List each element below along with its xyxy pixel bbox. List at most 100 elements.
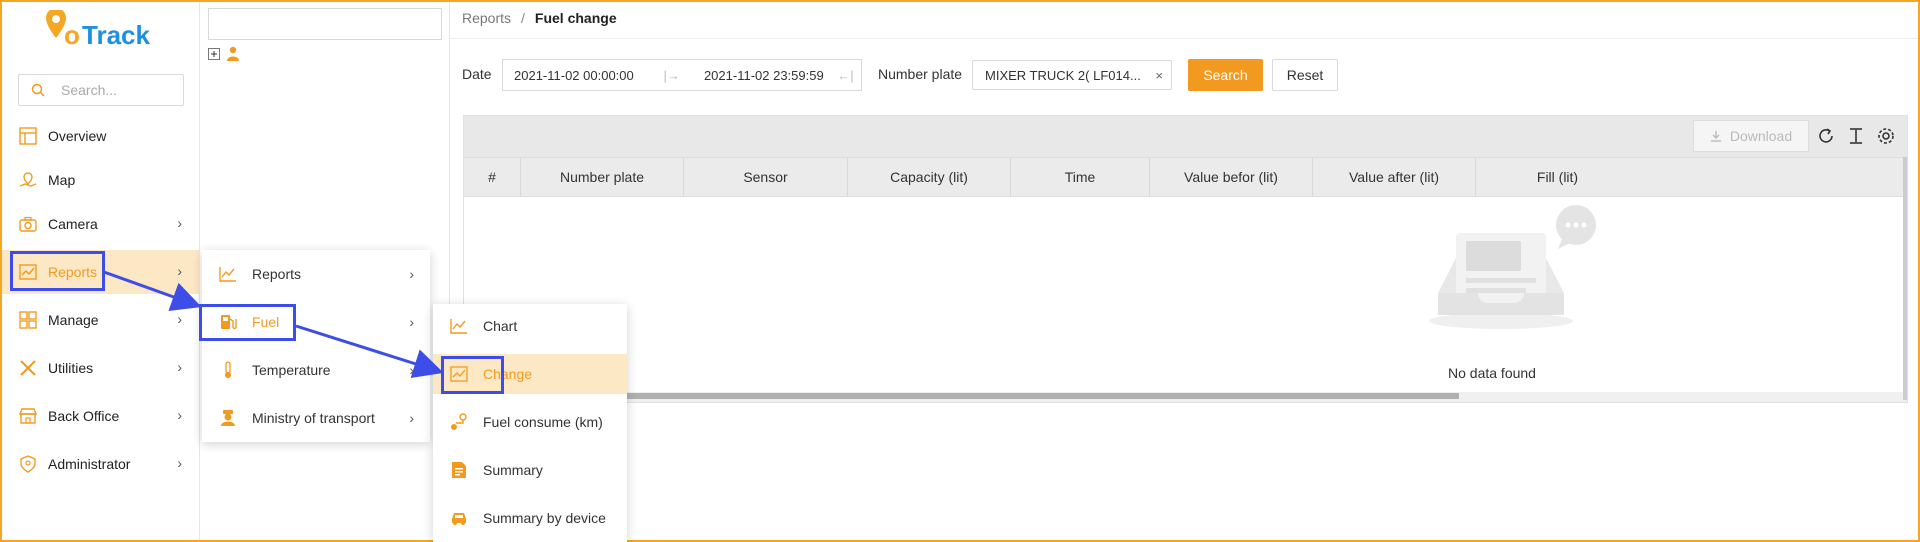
date-start-input[interactable]: 2021-11-02 00:00:00 [514,68,653,83]
sidebar-item-manage[interactable]: Manage › [2,298,200,342]
date-range-picker[interactable]: 2021-11-02 00:00:00 |→ 2021-11-02 23:59:… [502,59,862,91]
submenu-item-reports[interactable]: Reports › [202,254,430,294]
highlight-box-reports [10,251,105,291]
number-plate-select[interactable]: MIXER TRUCK 2( LF014... × [972,60,1172,90]
sidebar-item-label: Utilities [48,360,94,376]
breadcrumb-parent[interactable]: Reports [462,10,511,26]
submenu-item-fuel-consume[interactable]: Fuel consume (km) [433,402,627,442]
car-icon [449,508,469,528]
search-icon [31,83,45,97]
submenu-item-summary-by-device[interactable]: Summary by device [433,498,627,538]
column-header[interactable]: Value after (lit) [1313,158,1476,196]
table-body [464,197,1904,392]
submenu-item-temperature[interactable]: Temperature › [202,350,430,390]
search-button[interactable]: Search [1188,59,1263,91]
line-chart-icon [449,316,469,336]
highlight-box-change [441,356,504,394]
breadcrumb-current: Fuel change [534,10,617,26]
reset-button[interactable]: Reset [1272,59,1338,91]
utilities-icon [18,358,38,378]
table-header: # Number plate Sensor Capacity (lit) Tim… [464,157,1904,197]
officer-icon [218,408,238,428]
breadcrumb-separator: / [521,10,525,26]
column-height-icon[interactable] [1847,127,1865,145]
table-toolbar: Download [464,116,1907,157]
column-header[interactable]: Sensor [684,158,848,196]
submenu-item-chart[interactable]: Chart [433,306,627,346]
user-group-icon [227,46,239,61]
number-plate-value: MIXER TRUCK 2( LF014... [985,67,1141,83]
date-end-input[interactable]: 2021-11-02 23:59:59 [690,68,837,83]
sidebar-item-label: Overview [48,128,107,144]
submenu-item-label: Summary by device [483,510,606,526]
svg-text:o: o [64,20,80,50]
submenu-item-summary[interactable]: Summary [433,450,627,490]
submenu-item-label: Temperature [252,362,331,378]
range-end-icon: ←| [837,67,854,83]
sidebar-item-label: Manage [48,312,99,328]
chevron-right-icon: › [409,410,414,426]
route-icon [449,412,469,432]
submenu-item-label: Ministry of transport [252,410,375,426]
document-icon [449,460,469,480]
highlight-box-fuel [199,304,296,341]
sidebar-item-utilities[interactable]: Utilities › [2,346,200,390]
column-header[interactable]: Capacity (lit) [848,158,1011,196]
settings-icon[interactable] [1877,127,1895,145]
download-icon [1710,131,1721,142]
camera-icon [18,214,38,234]
sidebar-item-back-office[interactable]: Back Office › [2,394,200,438]
sidebar-item-map[interactable]: Map [2,158,200,202]
sidebar-item-camera[interactable]: Camera › [2,202,200,246]
fuel-submenu: Chart Change Fuel consume (km) Summary S… [433,304,627,542]
svg-text:Track: Track [82,20,150,50]
horizontal-scrollbar[interactable] [464,392,1904,400]
submenu-item-label: Summary [483,462,543,478]
column-header[interactable]: Fill (lit) [1476,158,1639,196]
vertical-scrollbar[interactable] [1903,157,1907,400]
sidebar-search-placeholder: Search... [61,82,118,98]
manage-icon [18,310,38,330]
column-header[interactable]: Number plate [521,158,684,196]
refresh-icon[interactable] [1817,127,1835,145]
chevron-right-icon: › [409,314,414,330]
sidebar-item-label: Camera [48,216,98,232]
chevron-right-icon: › [177,407,182,423]
empty-inbox-icon [1429,205,1596,329]
submenu-item-label: Reports [252,266,302,282]
gotrack-logo[interactable]: o Track [38,10,168,60]
thermometer-icon [218,360,238,380]
submenu-item-label: Fuel consume (km) [483,414,603,430]
chevron-right-icon: › [177,263,182,279]
date-label: Date [462,66,492,82]
report-table: Download # Number plate Sensor Capacity … [463,115,1908,403]
empty-state-text: No data found [1448,365,1536,381]
column-header[interactable]: Time [1011,158,1150,196]
column-header[interactable]: # [464,158,521,196]
number-plate-label: Number plate [878,66,963,82]
map-icon [18,170,38,190]
breadcrumb: Reports / Fuel change [462,10,617,26]
sidebar-item-label: Map [48,172,76,188]
sidebar-item-administrator[interactable]: Administrator › [2,442,200,486]
sidebar-item-overview[interactable]: Overview [2,114,200,158]
chevron-right-icon: › [177,311,182,327]
submenu-item-ministry-of-transport[interactable]: Ministry of transport › [202,398,430,438]
clear-icon[interactable]: × [1155,68,1163,83]
chevron-right-icon: › [409,266,414,282]
sidebar-item-label: Back Office [48,408,120,424]
column-header[interactable]: Value befor (lit) [1150,158,1313,196]
range-start-icon: |→ [663,67,680,83]
download-button[interactable]: Download [1693,120,1809,152]
tree-search-input[interactable] [208,8,442,40]
line-chart-icon [218,264,238,284]
chevron-right-icon: › [177,455,182,471]
scrollbar-thumb[interactable] [624,393,1459,399]
sidebar-item-label: Administrator [48,456,131,472]
back-office-icon [18,406,38,426]
chevron-right-icon: › [177,359,182,375]
reports-submenu: Reports › Fuel › Temperature › Ministry … [202,250,430,442]
sidebar-search-input[interactable]: Search... [18,74,184,106]
expand-icon[interactable] [208,48,220,60]
overview-icon [18,126,38,146]
